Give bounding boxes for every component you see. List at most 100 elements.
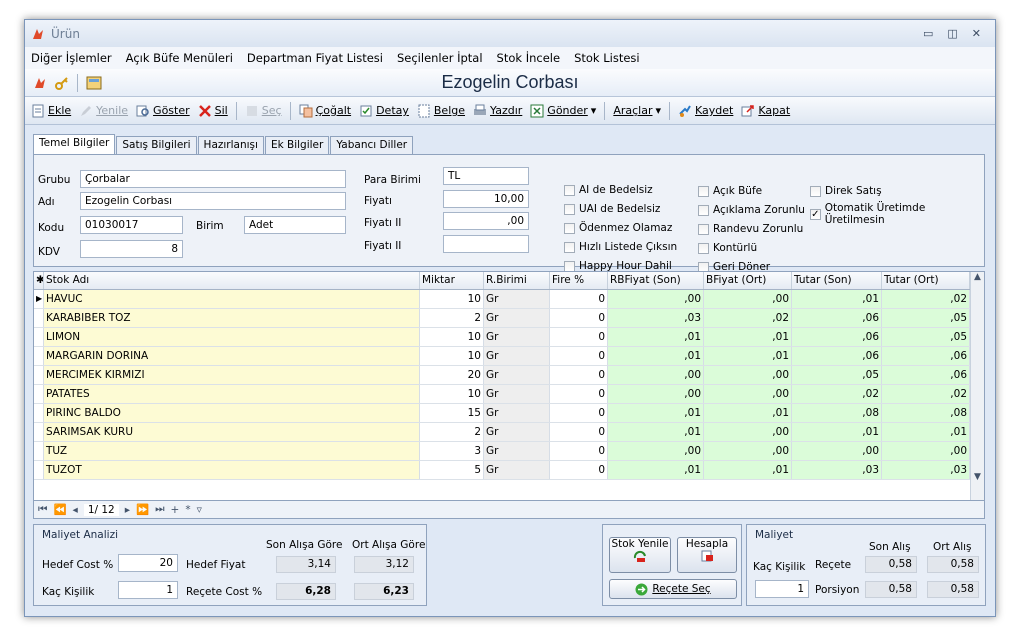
table-cell[interactable]: MARGARIN DORINA: [44, 347, 420, 365]
table-cell[interactable]: 15: [420, 404, 484, 422]
restore-icon[interactable]: ◫: [947, 27, 957, 40]
tab-temel-bilgiler[interactable]: Temel Bilgiler: [33, 134, 116, 155]
scroll-up-icon[interactable]: ▲: [971, 272, 984, 282]
checkbox-box[interactable]: [564, 222, 575, 234]
calculator-icon[interactable]: [86, 76, 102, 90]
goster-button[interactable]: Göster: [136, 104, 190, 118]
checkbox-box[interactable]: [698, 223, 709, 235]
cogalt-button[interactable]: Çoğalt: [299, 104, 351, 118]
table-cell[interactable]: ,05: [792, 366, 882, 384]
checkbox-box[interactable]: [698, 185, 709, 197]
table-row[interactable]: TUZ 3 Gr 0,00,00,00,00: [34, 442, 984, 461]
table-cell[interactable]: ,02: [792, 385, 882, 403]
table-cell[interactable]: ,00: [704, 423, 792, 441]
tab-satis-bilgileri[interactable]: Satış Bilgileri: [116, 136, 197, 155]
table-row[interactable]: LIMON 10 Gr 0,01,01,06,05: [34, 328, 984, 347]
table-cell[interactable]: ,01: [704, 347, 792, 365]
table-cell[interactable]: 10: [420, 347, 484, 365]
table-cell[interactable]: Gr: [484, 366, 550, 384]
table-cell[interactable]: ,00: [608, 290, 704, 308]
recete-sec-button[interactable]: Reçete Seç: [609, 579, 737, 599]
table-cell[interactable]: ,03: [792, 461, 882, 479]
checkbox-col3-0[interactable]: Direk Satış: [810, 185, 882, 197]
kaydet-button[interactable]: Kaydet: [678, 104, 733, 118]
row-indicator[interactable]: [34, 442, 44, 460]
stok-yenile-button[interactable]: Stok Yenile: [609, 537, 671, 573]
nav-prev-page-icon[interactable]: ⏪: [53, 503, 66, 516]
table-cell[interactable]: 2: [420, 309, 484, 327]
table-cell[interactable]: Gr: [484, 328, 550, 346]
row-indicator[interactable]: [34, 309, 44, 327]
table-cell[interactable]: ,02: [704, 309, 792, 327]
table-cell[interactable]: 0: [550, 385, 608, 403]
checkbox-col2-3[interactable]: Kontürlü: [698, 242, 757, 254]
yazdir-button[interactable]: Yazdır: [473, 104, 522, 118]
fiyati-field[interactable]: 10,00: [443, 190, 529, 208]
table-cell[interactable]: 0: [550, 309, 608, 327]
table-cell[interactable]: ,00: [608, 366, 704, 384]
para-birimi-field[interactable]: TL: [443, 167, 529, 185]
row-indicator[interactable]: [34, 385, 44, 403]
column-header[interactable]: Fire %: [550, 272, 608, 289]
table-cell[interactable]: Gr: [484, 385, 550, 403]
checkbox-box[interactable]: [564, 241, 575, 253]
nav-filter-icon[interactable]: ▿: [197, 504, 202, 516]
checkbox-col1-1[interactable]: UAI de Bedelsiz: [564, 203, 660, 215]
fiyati2-field[interactable]: ,00: [443, 212, 529, 230]
table-cell[interactable]: ,01: [608, 461, 704, 479]
hesapla-button[interactable]: Hesapla: [677, 537, 737, 573]
table-cell[interactable]: ,02: [882, 290, 970, 308]
table-cell[interactable]: 10: [420, 328, 484, 346]
table-cell[interactable]: ,03: [882, 461, 970, 479]
table-cell[interactable]: 2: [420, 423, 484, 441]
table-cell[interactable]: 0: [550, 366, 608, 384]
row-indicator[interactable]: [34, 461, 44, 479]
ekle-button[interactable]: Ekle: [31, 104, 71, 118]
table-cell[interactable]: 0: [550, 442, 608, 460]
checkbox-col3-1[interactable]: ✓ Otomatik Üretimde Üretilmesin: [810, 202, 984, 226]
maliyet-kac-kisilik-field[interactable]: 1: [755, 580, 809, 598]
column-header[interactable]: R.Birimi: [484, 272, 550, 289]
birim-field[interactable]: Adet: [244, 216, 346, 234]
table-cell[interactable]: TUZ: [44, 442, 420, 460]
checkbox-col1-3[interactable]: Hızlı Listede Çıksın: [564, 241, 677, 253]
nav-next-icon[interactable]: ▸: [125, 504, 130, 516]
row-indicator[interactable]: [34, 366, 44, 384]
column-header[interactable]: Tutar (Ort): [882, 272, 970, 289]
table-cell[interactable]: 0: [550, 347, 608, 365]
table-cell[interactable]: ,00: [704, 442, 792, 460]
menu-stok-incele[interactable]: Stok İncele: [497, 51, 561, 65]
checkbox-box[interactable]: [698, 242, 709, 254]
table-cell[interactable]: Gr: [484, 404, 550, 422]
checkbox-box[interactable]: ✓: [810, 208, 821, 220]
table-cell[interactable]: ,01: [792, 290, 882, 308]
table-cell[interactable]: Gr: [484, 347, 550, 365]
menu-acik-bufe-menuleri[interactable]: Açık Büfe Menüleri: [126, 51, 233, 65]
row-indicator[interactable]: [34, 347, 44, 365]
row-indicator[interactable]: [34, 423, 44, 441]
table-cell[interactable]: ,06: [792, 309, 882, 327]
table-row[interactable]: ▶ HAVUC 10 Gr 0,00,00,01,02: [34, 290, 984, 309]
grid-vertical-scrollbar[interactable]: ▲ ▼: [970, 272, 984, 500]
table-cell[interactable]: HAVUC: [44, 290, 420, 308]
table-cell[interactable]: ,06: [882, 366, 970, 384]
row-indicator[interactable]: ▶: [34, 290, 44, 308]
scroll-down-icon[interactable]: ▼: [971, 472, 984, 482]
close-icon[interactable]: ✕: [972, 27, 981, 40]
checkbox-box[interactable]: [810, 185, 821, 197]
kodu-field[interactable]: 01030017: [80, 216, 183, 234]
table-cell[interactable]: ,05: [882, 309, 970, 327]
sec-button[interactable]: Seç: [245, 104, 282, 118]
nav-prev-icon[interactable]: ◂: [73, 504, 78, 516]
table-row[interactable]: PATATES 10 Gr 0,00,00,02,02: [34, 385, 984, 404]
table-cell[interactable]: ,06: [792, 347, 882, 365]
table-cell[interactable]: 10: [420, 385, 484, 403]
table-cell[interactable]: ,00: [882, 442, 970, 460]
checkbox-col2-0[interactable]: Açık Büfe: [698, 185, 762, 197]
table-cell[interactable]: 0: [550, 423, 608, 441]
table-cell[interactable]: ,06: [792, 328, 882, 346]
row-indicator[interactable]: [34, 328, 44, 346]
tab-ek-bilgiler[interactable]: Ek Bilgiler: [264, 136, 330, 155]
table-cell[interactable]: ,00: [608, 385, 704, 403]
tab-yabanci-diller[interactable]: Yabancı Diller: [330, 136, 414, 155]
